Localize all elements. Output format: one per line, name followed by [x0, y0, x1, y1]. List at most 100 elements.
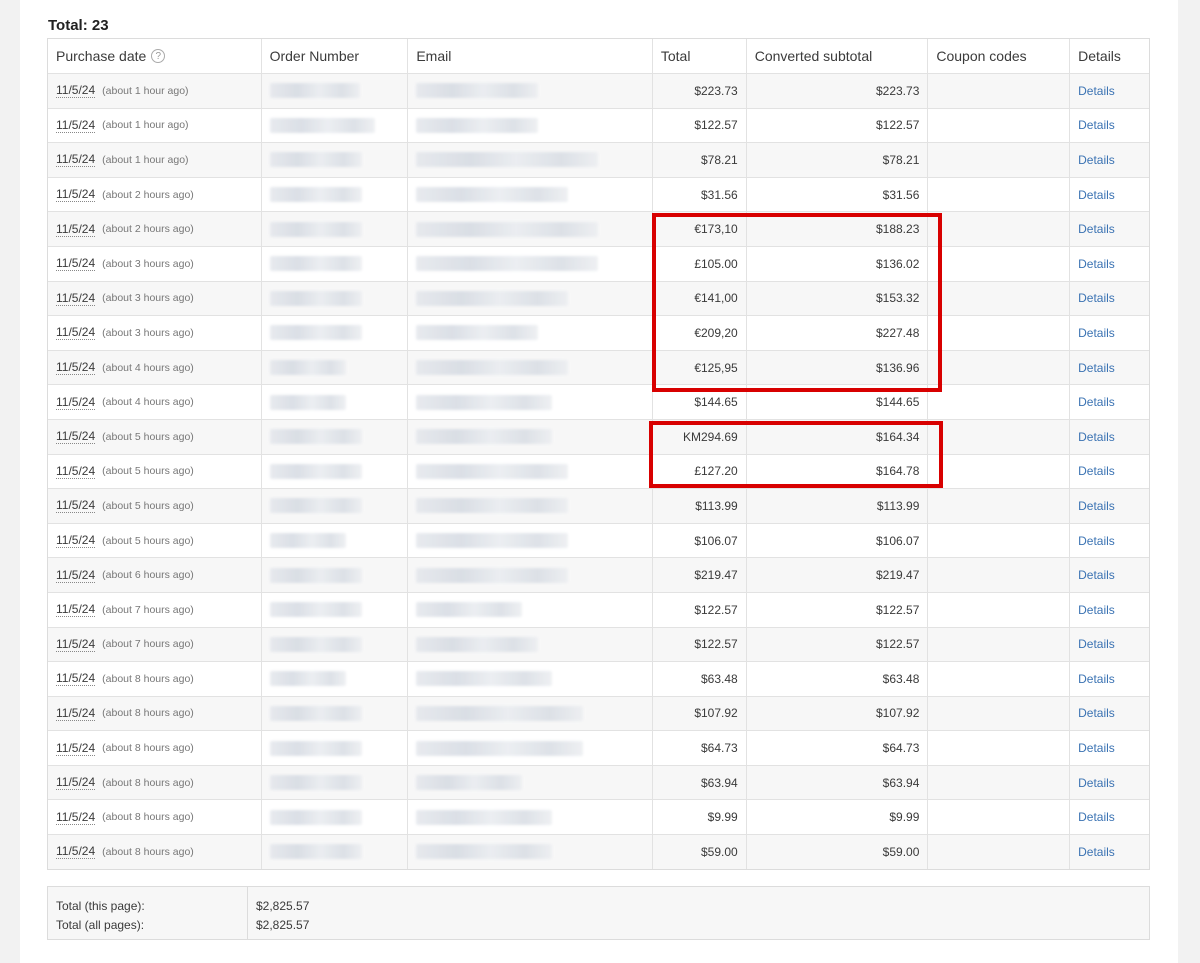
- details-link[interactable]: Details: [1078, 153, 1115, 167]
- purchase-date[interactable]: 11/5/24: [56, 637, 96, 652]
- purchase-date-cell: 11/5/24 (about 8 hours ago): [48, 835, 262, 869]
- purchase-date[interactable]: 11/5/24: [56, 429, 96, 445]
- details-link[interactable]: Details: [1078, 222, 1115, 236]
- total-all-pages-value: $2,825.57: [256, 918, 310, 932]
- redacted-email: [416, 394, 553, 410]
- details-cell: Details: [1070, 247, 1149, 281]
- details-link[interactable]: Details: [1078, 776, 1115, 790]
- purchase-date-cell: 11/5/24 (about 7 hours ago): [48, 592, 262, 627]
- order-number-cell: [262, 731, 409, 765]
- total-cell: $219.47: [653, 558, 747, 592]
- converted-subtotal-cell: $64.73: [747, 731, 929, 765]
- order-number-cell: [262, 558, 409, 592]
- email-cell: [408, 592, 653, 627]
- details-link[interactable]: Details: [1078, 706, 1115, 720]
- purchase-date[interactable]: 11/5/24: [56, 775, 96, 791]
- details-link[interactable]: Details: [1078, 430, 1115, 444]
- purchase-date[interactable]: 11/5/24: [56, 533, 96, 549]
- purchase-date[interactable]: 11/5/24: [56, 464, 96, 479]
- help-icon[interactable]: ?: [151, 49, 166, 63]
- details-link[interactable]: Details: [1078, 741, 1115, 755]
- details-cell: Details: [1070, 835, 1149, 869]
- coupon-codes-cell: [928, 627, 1071, 662]
- converted-subtotal-cell: $59.00: [747, 835, 929, 869]
- converted-subtotal-cell: $113.99: [747, 489, 929, 523]
- redacted-order-number: [269, 533, 346, 549]
- purchase-date[interactable]: 11/5/24: [56, 706, 96, 721]
- details-link[interactable]: Details: [1078, 326, 1115, 340]
- details-link[interactable]: Details: [1078, 291, 1115, 305]
- purchase-date[interactable]: 11/5/24: [56, 741, 96, 756]
- redacted-email: [416, 83, 539, 99]
- purchase-date[interactable]: 11/5/24: [56, 152, 96, 168]
- coupon-codes-cell: [928, 316, 1071, 350]
- details-link[interactable]: Details: [1078, 395, 1115, 409]
- table-row: 11/5/24 (about 5 hours ago) $113.99 $113.99…: [48, 488, 1149, 523]
- coupon-codes-cell: [928, 592, 1071, 627]
- relative-time: (about 4 hours ago): [102, 396, 194, 409]
- purchase-date[interactable]: 11/5/24: [56, 395, 96, 410]
- purchase-date[interactable]: 11/5/24: [56, 671, 96, 687]
- details-link[interactable]: Details: [1078, 499, 1115, 513]
- redacted-email: [416, 117, 539, 133]
- converted-subtotal-cell: $144.65: [747, 385, 929, 419]
- totals-footer: Total (this page): Total (all pages): $2…: [47, 886, 1150, 940]
- relative-time: (about 7 hours ago): [102, 638, 194, 651]
- relative-time: (about 6 hours ago): [102, 569, 194, 582]
- details-link[interactable]: Details: [1078, 810, 1115, 824]
- details-cell: Details: [1070, 282, 1149, 316]
- coupon-codes-cell: [928, 281, 1071, 316]
- email-cell: [408, 454, 653, 489]
- purchase-date-cell: 11/5/24 (about 8 hours ago): [48, 731, 262, 765]
- purchase-date[interactable]: 11/5/24: [56, 291, 96, 306]
- order-number-cell: [262, 489, 409, 523]
- details-link[interactable]: Details: [1078, 118, 1115, 132]
- details-link[interactable]: Details: [1078, 84, 1115, 98]
- details-link[interactable]: Details: [1078, 603, 1115, 617]
- relative-time: (about 1 hour ago): [102, 119, 189, 132]
- details-link[interactable]: Details: [1078, 672, 1115, 686]
- total-cell: $64.73: [653, 731, 747, 765]
- col-header-purchase-date[interactable]: Purchase date ?: [48, 39, 262, 73]
- purchase-date[interactable]: 11/5/24: [56, 810, 96, 825]
- details-link[interactable]: Details: [1078, 534, 1115, 548]
- details-link[interactable]: Details: [1078, 845, 1115, 859]
- details-link[interactable]: Details: [1078, 257, 1115, 271]
- purchase-date[interactable]: 11/5/24: [56, 118, 96, 133]
- details-link[interactable]: Details: [1078, 568, 1115, 582]
- redacted-order-number: [269, 809, 362, 825]
- table-row: 11/5/24 (about 3 hours ago) €209,20 $227.48…: [48, 315, 1149, 350]
- details-link[interactable]: Details: [1078, 637, 1115, 651]
- coupon-codes-cell: [928, 143, 1071, 177]
- email-cell: [408, 765, 653, 800]
- relative-time: (about 5 hours ago): [102, 499, 194, 512]
- relative-time: (about 5 hours ago): [102, 465, 194, 478]
- redacted-order-number: [269, 740, 362, 756]
- purchase-date[interactable]: 11/5/24: [56, 325, 96, 341]
- purchase-date[interactable]: 11/5/24: [56, 187, 96, 203]
- purchase-date[interactable]: 11/5/24: [56, 568, 96, 583]
- converted-subtotal-cell: $153.32: [747, 281, 929, 316]
- purchase-date[interactable]: 11/5/24: [56, 498, 96, 514]
- total-this-page-label: Total (this page):: [56, 899, 145, 913]
- relative-time: (about 1 hour ago): [102, 153, 189, 166]
- details-link[interactable]: Details: [1078, 361, 1115, 375]
- col-header-email: Email: [408, 39, 653, 73]
- purchase-date[interactable]: 11/5/24: [56, 222, 96, 237]
- redacted-order-number: [269, 83, 360, 99]
- purchase-date[interactable]: 11/5/24: [56, 83, 96, 99]
- total-cell: $113.99: [653, 489, 747, 523]
- purchase-date[interactable]: 11/5/24: [56, 844, 96, 860]
- table-row: 11/5/24 (about 3 hours ago) €141,00 $153.32…: [48, 280, 1149, 316]
- purchase-date[interactable]: 11/5/24: [56, 602, 96, 618]
- details-cell: Details: [1070, 489, 1149, 523]
- purchase-date[interactable]: 11/5/24: [56, 360, 96, 376]
- details-link[interactable]: Details: [1078, 188, 1115, 202]
- purchase-date-cell: 11/5/24 (about 8 hours ago): [48, 800, 262, 835]
- purchase-date-cell: 11/5/24 (about 1 hour ago): [48, 74, 262, 108]
- redacted-email: [416, 602, 523, 618]
- email-cell: [408, 731, 653, 765]
- purchase-date[interactable]: 11/5/24: [56, 256, 96, 272]
- order-number-cell: [262, 385, 409, 419]
- details-link[interactable]: Details: [1078, 464, 1115, 478]
